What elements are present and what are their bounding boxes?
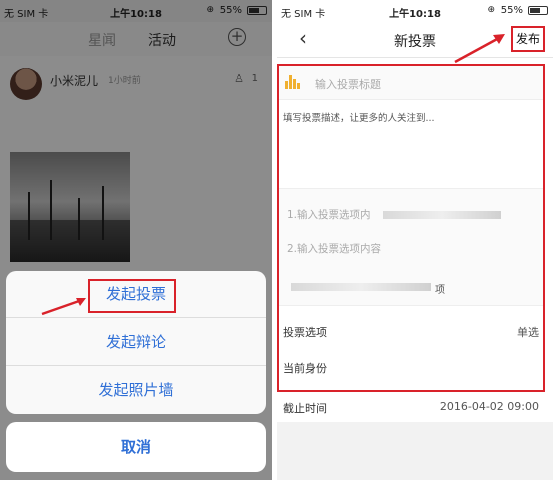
highlight-box (277, 64, 545, 392)
right-screen: 无 SIM 卡 上午10:18 ⊕ 55% ‹ 新投票 发布 输入投票标题 填写… (277, 0, 553, 480)
deadline-row[interactable]: 截止时间 2016-04-02 09:00 (281, 392, 543, 422)
left-screen: 无 SIM 卡 上午10:18 ⊕ 55% 星闻 活动 + 小米泥儿 1小时前 … (0, 0, 272, 480)
deadline-value: 2016-04-02 09:00 (439, 400, 539, 413)
pointer-arrow-icon (41, 298, 86, 316)
highlight-box (88, 279, 176, 313)
start-photo-wall-button[interactable]: 发起照片墙 (6, 367, 266, 414)
rotation-lock-icon: ⊕ (487, 5, 495, 15)
battery-percent: 55% (500, 5, 523, 16)
battery-icon (528, 6, 548, 15)
bottom-area (277, 422, 553, 480)
start-debate-button[interactable]: 发起辩论 (6, 319, 266, 366)
pointer-arrow-icon (454, 34, 505, 64)
publish-button[interactable]: 发布 (511, 26, 545, 52)
status-bar: 无 SIM 卡 上午10:18 ⊕ 55% (277, 0, 553, 22)
top-nav: ‹ 新投票 发布 (277, 22, 553, 58)
deadline-label: 截止时间 (283, 402, 327, 415)
cancel-button[interactable]: 取消 (6, 422, 266, 472)
